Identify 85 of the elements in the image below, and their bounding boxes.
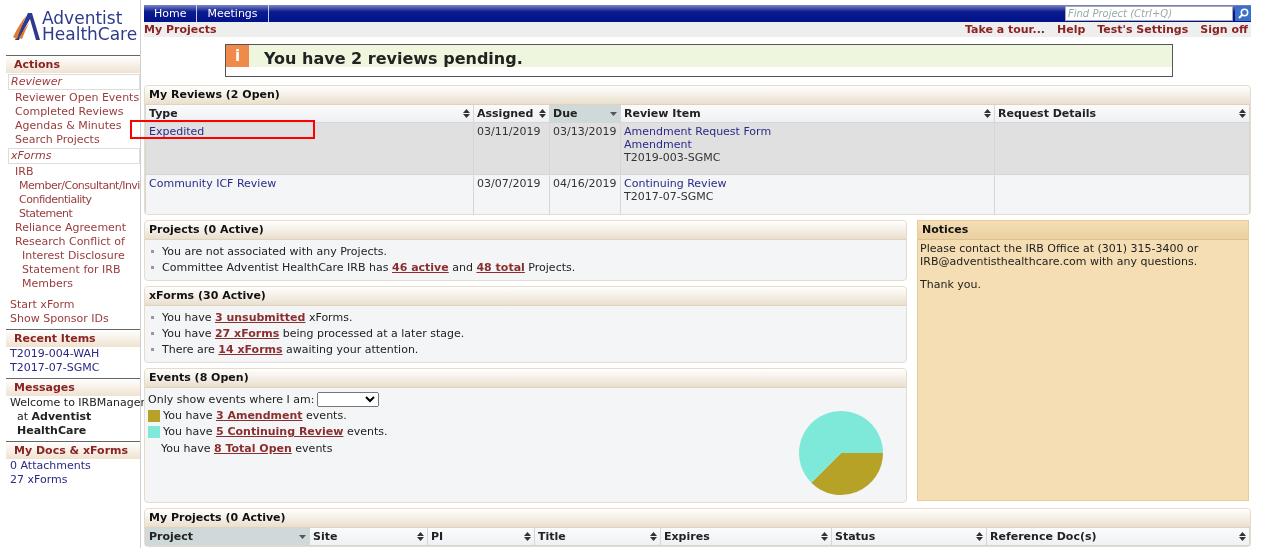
table-row[interactable]: Community ICF Review 03/07/2019 04/16/2019 Continuing Review T2017-07-SGMC xyxy=(145,174,1250,214)
sort-down-icon[interactable] xyxy=(610,109,617,118)
link[interactable]: 3 unsubmitted xyxy=(214,311,306,324)
review-item-link[interactable]: Continuing Review xyxy=(624,177,991,190)
table-cell-text: T2019-003-SGMC xyxy=(624,151,722,164)
link[interactable]: 14 xForms xyxy=(218,343,283,356)
link[interactable]: 3 Amendment xyxy=(215,409,303,422)
sort-icon[interactable] xyxy=(984,109,991,118)
role-dropdown[interactable] xyxy=(317,392,380,407)
table-cell: 03/07/2019 xyxy=(477,177,541,190)
review-item-link[interactable]: Amendment Request Form xyxy=(624,125,991,138)
column-header[interactable]: Request Details xyxy=(994,105,1250,123)
total-text: You have 8 Total Open events xyxy=(161,442,333,455)
sort-icon[interactable] xyxy=(976,531,983,541)
sidebar-link[interactable]: Agendas & Minutes xyxy=(0,119,140,133)
top-link[interactable]: Test's Settings xyxy=(1097,23,1189,36)
column-header[interactable]: Type xyxy=(145,105,474,123)
panel-title: Events (8 Open) xyxy=(145,368,906,388)
link[interactable]: 27 xForms xyxy=(214,327,280,340)
sort-icon[interactable] xyxy=(1239,531,1246,541)
breadcrumb: My Projects xyxy=(144,23,217,36)
top-link[interactable]: Sign off xyxy=(1200,23,1248,36)
sort-icon[interactable] xyxy=(463,109,470,118)
sort-icon[interactable] xyxy=(650,531,657,541)
table-row[interactable]: Expedited 03/11/2019 03/13/2019 Amendment Request Form Amendment T2019-003-SGMC xyxy=(145,122,1250,175)
sidebar-link[interactable]: Reliance Agreement xyxy=(0,221,140,235)
link[interactable]: 46 active xyxy=(392,261,449,274)
subsection-header: xForms xyxy=(8,148,140,164)
sidebar-link[interactable]: Member/Consultant/Invi Confidentiality Statement xyxy=(0,179,140,221)
section-header: Actions xyxy=(6,55,140,73)
link[interactable]: 48 total xyxy=(476,261,525,274)
column-header[interactable]: Assigned xyxy=(473,105,550,123)
panel-title: My Projects (0 Active) xyxy=(145,508,1250,528)
sidebar-item[interactable]: 0 Attachments xyxy=(0,459,140,473)
notice-text: Please contact the IRB Office at (301) 315-3400 or IRB@adventisthealthcare.com with any questions. xyxy=(920,241,1200,268)
top-link[interactable]: Help xyxy=(1057,23,1086,36)
section-header: My Docs & xForms xyxy=(6,441,140,459)
info-icon: i xyxy=(226,45,249,67)
sidebar-link[interactable]: IRB xyxy=(0,165,140,179)
column-header[interactable]: Due xyxy=(549,105,621,123)
review-item-link[interactable]: Amendment xyxy=(624,138,991,151)
section-header: Messages xyxy=(6,378,140,396)
search-field[interactable]: Find Project (Ctrl+Q) xyxy=(1065,6,1233,21)
table-cell-text: T2017-07-SGMC xyxy=(624,190,715,203)
sidebar-link[interactable]: Show Sponsor IDs xyxy=(0,312,140,326)
bullet-text: You are not associated with any Projects. xyxy=(162,245,387,258)
section-header: Recent Items xyxy=(6,329,140,347)
table-cell: 04/16/2019 xyxy=(553,177,617,190)
sort-icon[interactable] xyxy=(539,109,546,118)
top-link[interactable]: Take a tour... xyxy=(964,23,1045,36)
subsection-header: Reviewer xyxy=(8,74,140,90)
search-button[interactable] xyxy=(1235,6,1251,21)
sidebar-link[interactable]: Research Conflict of Interest Disclosure Statement for IRB Members xyxy=(0,235,140,291)
bullet-text: Committee Adventist HealthCare IRB has 46 active and 48 total Projects. xyxy=(162,261,576,274)
column-header[interactable]: Review Item xyxy=(620,105,995,123)
logo-text: Adventist xyxy=(42,10,123,26)
sidebar-item[interactable]: 27 xForms xyxy=(0,473,140,487)
logo-text: HealthCare xyxy=(42,26,138,42)
search-icon xyxy=(1237,8,1249,19)
link[interactable]: 5 Continuing Review xyxy=(215,425,344,438)
link[interactable]: 8 Total Open xyxy=(213,442,292,455)
legend-text: You have 3 Amendment events. xyxy=(163,409,347,422)
table-cell: 03/13/2019 xyxy=(553,125,617,138)
sidebar-item[interactable]: T2019-004-WAH xyxy=(0,347,140,361)
sidebar-link[interactable]: Start xForm xyxy=(0,298,140,312)
sidebar-link[interactable]: Completed Reviews xyxy=(0,105,140,119)
table-cell: 03/11/2019 xyxy=(477,125,541,138)
panel-title: xForms (30 Active) xyxy=(145,286,906,306)
panel-title: Projects (0 Active) xyxy=(145,220,906,240)
notice-text: Thank you. xyxy=(920,277,982,291)
sort-icon[interactable] xyxy=(821,531,828,541)
sort-icon[interactable] xyxy=(524,531,531,541)
sort-icon[interactable] xyxy=(417,531,424,541)
bullet-text: There are 14 xForms awaiting your attention. xyxy=(162,343,419,356)
legend-text: You have 5 Continuing Review events. xyxy=(163,425,388,438)
sort-icon[interactable] xyxy=(1239,109,1246,118)
logo-icon xyxy=(12,11,42,41)
panel-title: My Reviews (2 Open) xyxy=(145,86,1250,105)
filter-label: Only show events where I am: xyxy=(148,393,315,406)
sidebar-link[interactable]: Search Projects xyxy=(0,133,140,147)
sidebar-item[interactable]: T2017-07-SGMC xyxy=(0,361,140,375)
sidebar-link[interactable]: Reviewer Open Events xyxy=(0,91,140,105)
bullet-text: You have 3 unsubmitted xForms. xyxy=(162,311,353,324)
alert-message: You have 2 reviews pending. xyxy=(263,48,523,70)
bullet-text: You have 27 xForms being processed at a later stage. xyxy=(162,327,465,340)
